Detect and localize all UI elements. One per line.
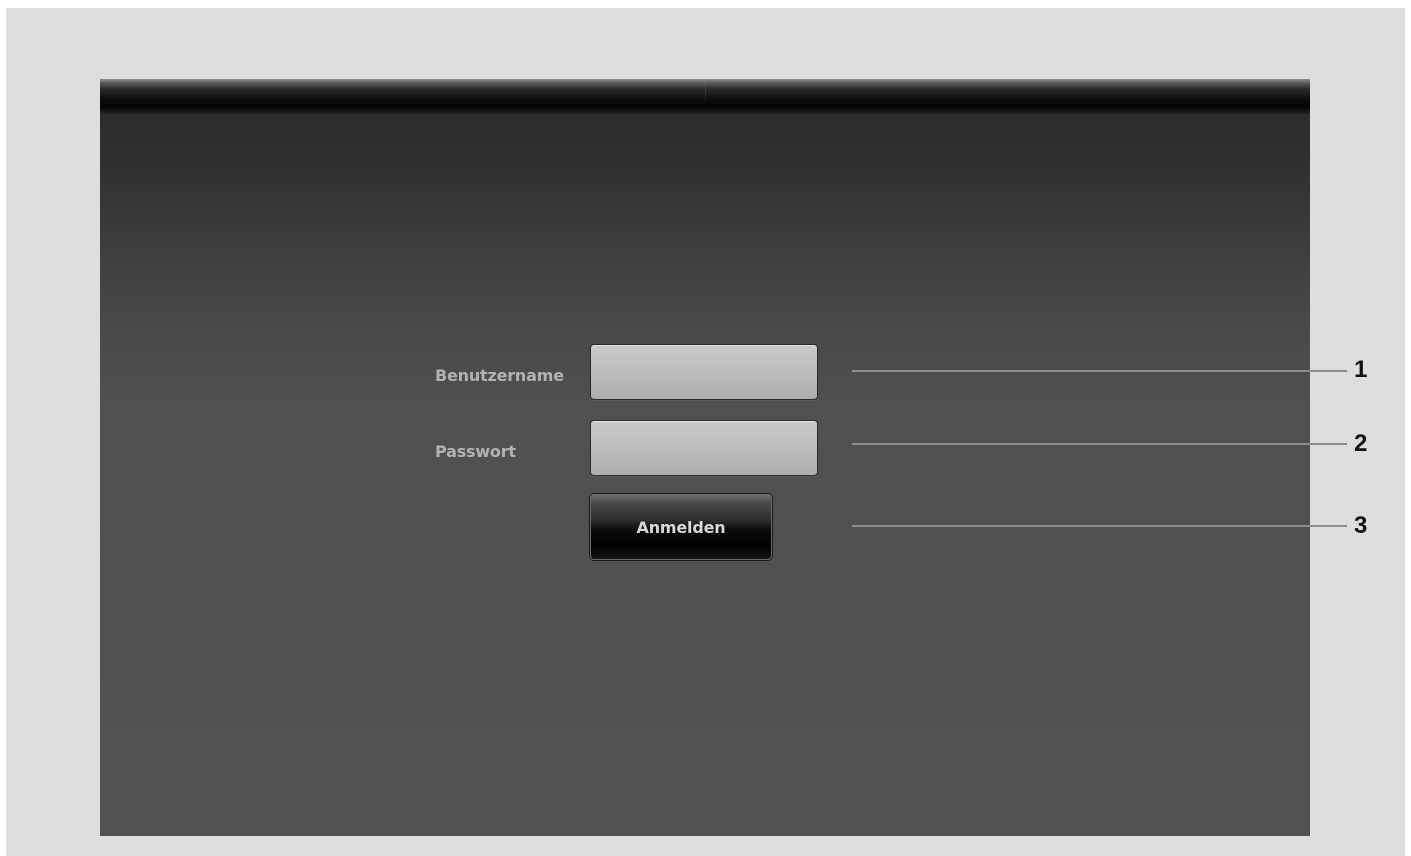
title-bar [100, 79, 1310, 115]
username-label: Benutzername [435, 366, 564, 385]
username-input[interactable] [590, 344, 818, 400]
callout-number-1: 1 [1354, 356, 1368, 383]
callout-line-2 [852, 443, 1347, 445]
password-label: Passwort [435, 442, 516, 461]
login-button[interactable]: Anmelden [590, 494, 772, 560]
page-border-right [1405, 0, 1411, 856]
login-screen: Benutzername Passwort Anmelden [100, 79, 1310, 836]
password-input[interactable] [590, 420, 818, 476]
title-bar-divider [705, 79, 706, 101]
page-border-left [0, 0, 6, 856]
callout-line-1 [852, 370, 1347, 372]
callout-number-3: 3 [1354, 512, 1368, 539]
callout-number-2: 2 [1354, 430, 1368, 457]
page-border-top [0, 0, 1411, 8]
callout-line-3 [852, 525, 1347, 527]
